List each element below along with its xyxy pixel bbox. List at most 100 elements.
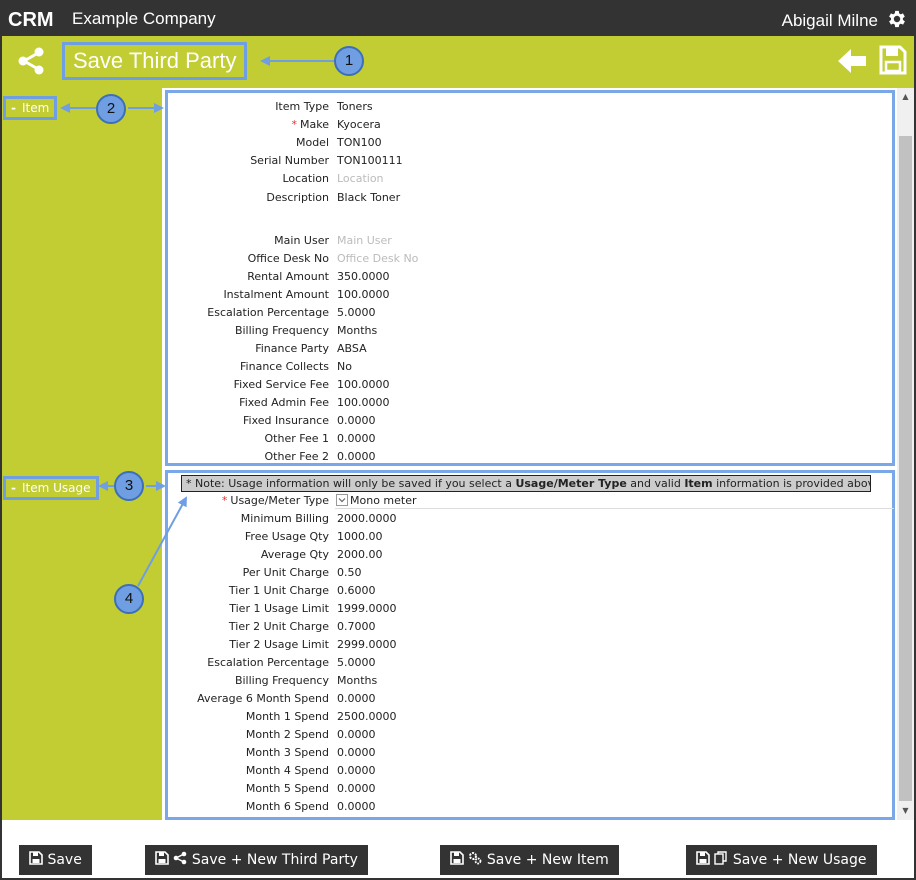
usage-field-row: Month 6 Spend 0.0000	[168, 798, 896, 816]
field-label: Month 5 Spend	[245, 782, 329, 795]
item-field-row: Fixed Admin Fee 100.0000	[168, 394, 896, 412]
field-value[interactable]: Months	[337, 322, 377, 340]
field-value[interactable]: 100.0000	[337, 376, 390, 394]
gears-icon	[469, 852, 482, 865]
field-label: Average Qty	[260, 548, 329, 561]
copy-icon	[714, 851, 728, 865]
field-label: Month 6 Spend	[245, 800, 329, 813]
item-field-row: Finance Party ABSA	[168, 340, 896, 358]
field-label: Month 2 Spend	[245, 728, 329, 741]
field-value[interactable]: No	[337, 358, 352, 376]
field-label: Item Type	[275, 100, 329, 113]
field-value[interactable]: 350.0000	[337, 268, 390, 286]
usage-field-row: Month 1 Spend 2500.0000	[168, 708, 896, 726]
usage-field-row: Month 5 Spend 0.0000	[168, 780, 896, 798]
field-value[interactable]: Office Desk No	[337, 250, 418, 268]
field-label: Tier 2 Usage Limit	[229, 638, 329, 651]
field-value[interactable]: Kyocera	[337, 116, 381, 134]
field-value[interactable]: 100.0000	[337, 394, 390, 412]
field-value[interactable]: TON100111	[337, 152, 403, 170]
field-label: Serial Number	[250, 154, 329, 167]
field-label: Finance Collects	[240, 360, 329, 373]
field-value[interactable]: Toners	[337, 98, 373, 116]
item-field-row: Location Location	[168, 170, 896, 188]
usage-field-row: Tier 1 Usage Limit 1999.0000	[168, 600, 896, 618]
save-new-usage-button[interactable]: Save + New Usage	[686, 845, 877, 875]
field-value[interactable]: Location	[337, 170, 384, 188]
field-value[interactable]: 2999.0000	[337, 636, 397, 654]
field-value[interactable]: 0.7000	[337, 618, 376, 636]
field-value[interactable]: 0.0000	[337, 448, 376, 466]
field-value[interactable]: Black Toner	[337, 189, 400, 207]
annotation-marker-1: 1	[334, 46, 364, 76]
save-icon	[155, 851, 169, 865]
item-field-row: Rental Amount 350.0000	[168, 268, 896, 286]
item-field-row: Finance Collects No	[168, 358, 896, 376]
field-value[interactable]: 0.0000	[337, 430, 376, 448]
required-marker: *	[291, 118, 298, 131]
item-field-row: Escalation Percentage 5.0000	[168, 304, 896, 322]
item-field-row: Description Black Toner	[168, 189, 896, 207]
field-label: Billing Frequency	[234, 674, 329, 687]
field-label: Other Fee 2	[264, 450, 330, 463]
usage-field-row: Month 4 Spend 0.0000	[168, 762, 896, 780]
field-value[interactable]: 1000.00	[337, 528, 383, 546]
save-new-item-button[interactable]: Save + New Item	[440, 845, 619, 875]
field-value[interactable]: 2500.0000	[337, 708, 397, 726]
usage-field-row: Month 3 Spend 0.0000	[168, 744, 896, 762]
annotation-marker-2: 2	[96, 94, 126, 124]
field-value[interactable]: 0.0000	[337, 780, 376, 798]
save-icon	[696, 851, 710, 865]
item-field-row: Fixed Service Fee 100.0000	[168, 376, 896, 394]
field-label: Tier 2 Unit Charge	[228, 620, 329, 633]
field-label: Office Desk No	[247, 252, 329, 265]
field-label: Average 6 Month Spend	[197, 692, 329, 705]
item-field-row: Office Desk No Office Desk No	[168, 250, 896, 268]
field-label: * Make	[291, 118, 329, 131]
save-icon	[450, 851, 464, 865]
item-field-row: Item Type Toners	[168, 98, 896, 116]
item-field-row: * Make Kyocera	[168, 116, 896, 134]
field-label: Fixed Admin Fee	[239, 396, 329, 409]
field-value[interactable]: 2000.0000	[337, 510, 397, 528]
field-label: Instalment Amount	[223, 288, 329, 301]
field-value[interactable]: 0.0000	[337, 690, 376, 708]
item-field-row: Other Fee 2 0.0000	[168, 448, 896, 466]
save-new-third-party-button[interactable]: Save + New Third Party	[145, 845, 368, 875]
field-label: Description	[266, 191, 329, 204]
annotation-marker-4: 4	[114, 584, 144, 614]
field-value[interactable]: 1999.0000	[337, 600, 397, 618]
item-field-row: Model TON100	[168, 134, 896, 152]
field-value[interactable]: 0.0000	[337, 798, 376, 816]
field-value[interactable]: 0.0000	[337, 726, 376, 744]
field-value[interactable]: 100.0000	[337, 286, 390, 304]
field-label: Fixed Service Fee	[233, 378, 329, 391]
field-value[interactable]: ABSA	[337, 340, 367, 358]
share-icon	[174, 851, 187, 865]
field-value[interactable]: TON100	[337, 134, 382, 152]
item-field-row: Other Fee 1 0.0000	[168, 430, 896, 448]
field-value[interactable]: Main User	[337, 232, 392, 250]
field-value[interactable]: 0.0000	[337, 762, 376, 780]
field-label: Tier 1 Unit Charge	[228, 584, 329, 597]
field-value[interactable]: 0.6000	[337, 582, 376, 600]
item-field-row: Serial Number TON100111	[168, 152, 896, 170]
field-label: Minimum Billing	[240, 512, 329, 525]
field-value[interactable]: 0.0000	[337, 412, 376, 430]
field-label: Finance Party	[255, 342, 329, 355]
field-label: Escalation Percentage	[207, 656, 329, 669]
field-value[interactable]: 5.0000	[337, 304, 376, 322]
field-label: Month 4 Spend	[245, 764, 329, 777]
field-value[interactable]: 0.0000	[337, 744, 376, 762]
item-field-row: Instalment Amount 100.0000	[168, 286, 896, 304]
field-value[interactable]: 0.50	[337, 564, 362, 582]
field-value[interactable]: Months	[337, 672, 377, 690]
field-value[interactable]: 5.0000	[337, 654, 376, 672]
usage-field-row: Free Usage Qty 1000.00	[168, 528, 896, 546]
field-label: Fixed Insurance	[243, 414, 329, 427]
save-button[interactable]: Save	[19, 845, 92, 875]
field-label: Billing Frequency	[234, 324, 329, 337]
field-value[interactable]: 2000.00	[337, 546, 383, 564]
field-label: Per Unit Charge	[242, 566, 329, 579]
field-label: Rental Amount	[247, 270, 329, 283]
